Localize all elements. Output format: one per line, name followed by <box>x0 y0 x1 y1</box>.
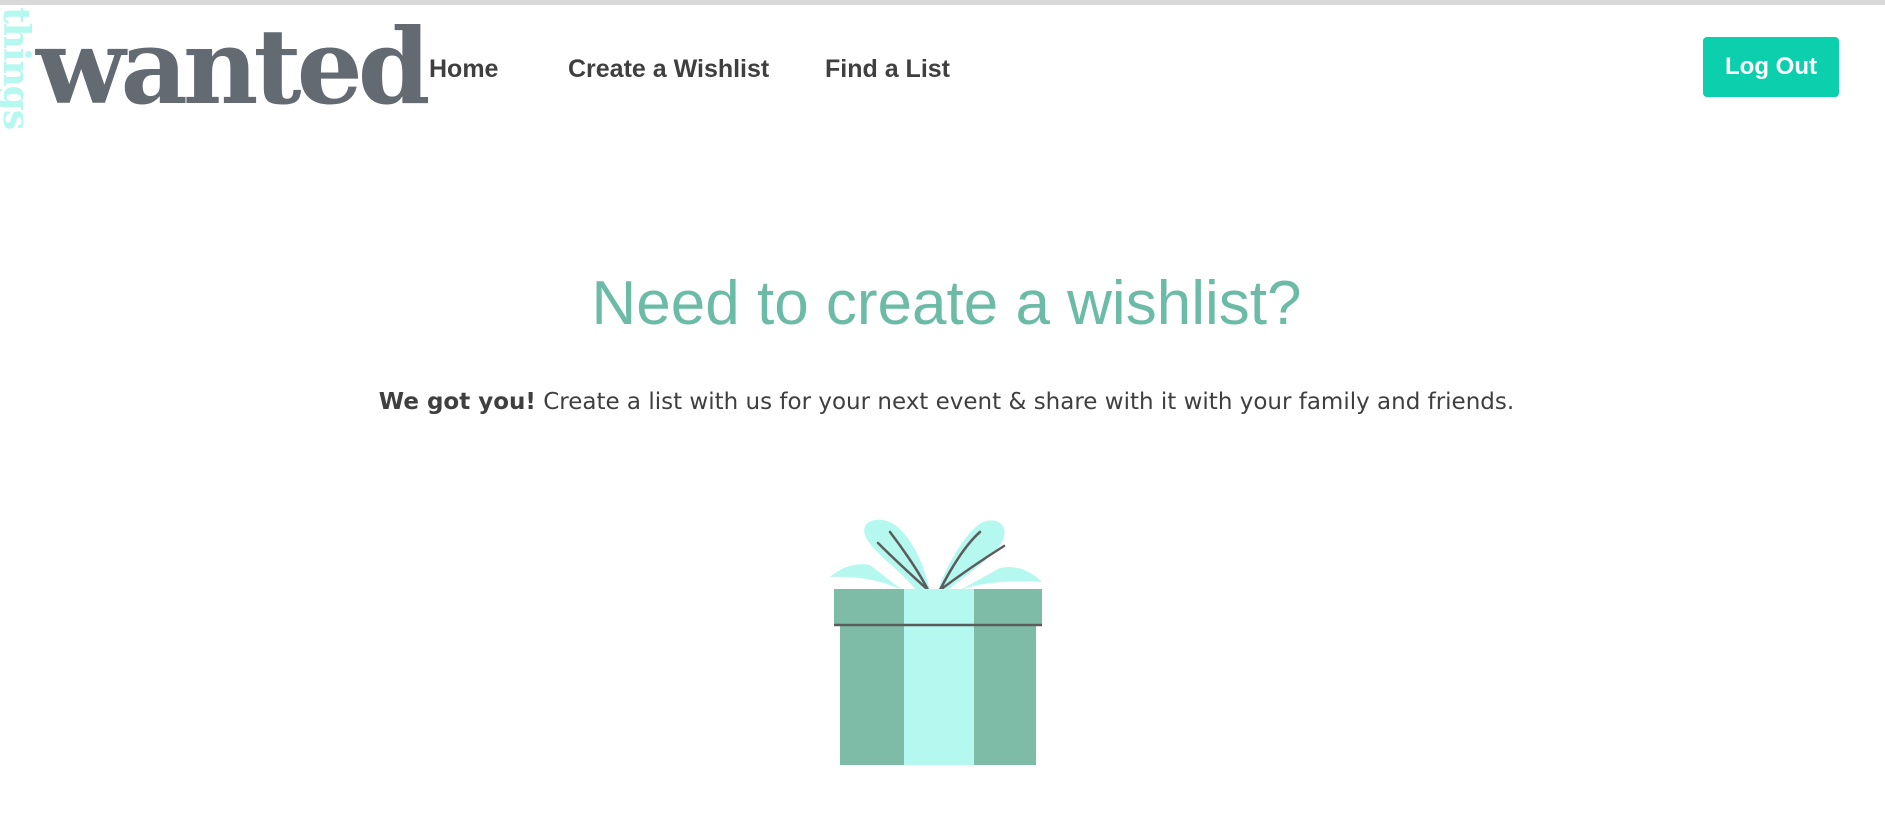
hero-subtitle-bold: We got you! <box>378 389 536 415</box>
nav-link-home[interactable]: Home <box>429 55 498 84</box>
gift-ribbon <box>904 625 974 765</box>
hero-subtitle-text: Create a list with us for your next even… <box>535 389 1515 415</box>
nav-link-find-list[interactable]: Find a List <box>825 55 950 84</box>
gift-icon <box>830 519 1042 765</box>
hero-title: Need to create a wishlist? <box>591 269 1302 338</box>
hero-subtitle: We got you! Create a list with us for yo… <box>0 385 1885 419</box>
gift-bow-tail-left <box>830 564 902 590</box>
logo-small-word: things <box>0 7 37 130</box>
logo[interactable]: things wanted <box>0 5 430 130</box>
navbar: things wanted Home Create a Wishlist Fin… <box>0 5 1885 130</box>
nav-link-create-wishlist[interactable]: Create a Wishlist <box>568 55 769 84</box>
logout-button[interactable]: Log Out <box>1703 37 1839 97</box>
logo-main-word: wanted <box>36 5 430 128</box>
